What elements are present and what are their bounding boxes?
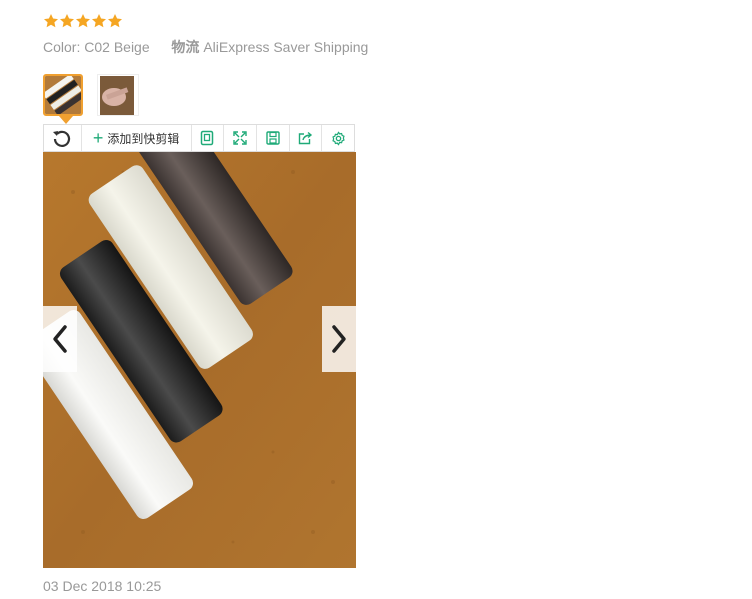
- rotate-button[interactable]: [44, 125, 82, 151]
- review-attributes: Color: C02 Beige 物流 AliExpress Saver Shi…: [43, 37, 368, 57]
- add-to-quick-clip-button[interactable]: + 添加到快剪辑: [82, 125, 192, 151]
- settings-button[interactable]: [322, 125, 354, 151]
- color-value: C02 Beige: [84, 39, 150, 55]
- star-icon: [44, 14, 58, 28]
- share-icon: [298, 131, 313, 145]
- previous-image-button[interactable]: [43, 306, 77, 372]
- star-icon: [76, 14, 90, 28]
- rotate-icon: [53, 130, 71, 147]
- save-button[interactable]: [257, 125, 290, 151]
- thumbnail-2[interactable]: [97, 74, 139, 116]
- fullscreen-icon: [233, 131, 247, 145]
- review-photo-image: [43, 152, 356, 568]
- copy-button[interactable]: [192, 125, 225, 151]
- star-icon: [92, 14, 106, 28]
- selected-thumbnail-pointer: [59, 116, 73, 124]
- logistics-value: AliExpress Saver Shipping: [203, 39, 369, 55]
- fullscreen-button[interactable]: [224, 125, 257, 151]
- save-icon: [266, 131, 280, 145]
- chevron-right-icon: [332, 325, 346, 353]
- share-button[interactable]: [290, 125, 323, 151]
- copy-icon: [201, 130, 214, 146]
- settings-icon: [331, 130, 345, 146]
- thumbnail-image: [45, 76, 81, 114]
- review-date: 03 Dec 2018 10:25: [43, 578, 162, 594]
- review-photo: [43, 152, 356, 568]
- chevron-left-icon: [53, 325, 67, 353]
- next-image-button[interactable]: [322, 306, 356, 372]
- star-icon: [60, 14, 74, 28]
- thumbnail-image: [98, 75, 138, 115]
- star-rating: [43, 13, 123, 29]
- add-to-quick-clip-label: 添加到快剪辑: [107, 131, 180, 146]
- plus-icon: +: [92, 128, 104, 148]
- color-label: Color:: [43, 39, 81, 55]
- image-toolbar: + 添加到快剪辑: [43, 124, 355, 152]
- logistics-label: 物流: [171, 39, 200, 55]
- star-icon: [108, 14, 122, 28]
- thumbnail-1[interactable]: [43, 74, 83, 116]
